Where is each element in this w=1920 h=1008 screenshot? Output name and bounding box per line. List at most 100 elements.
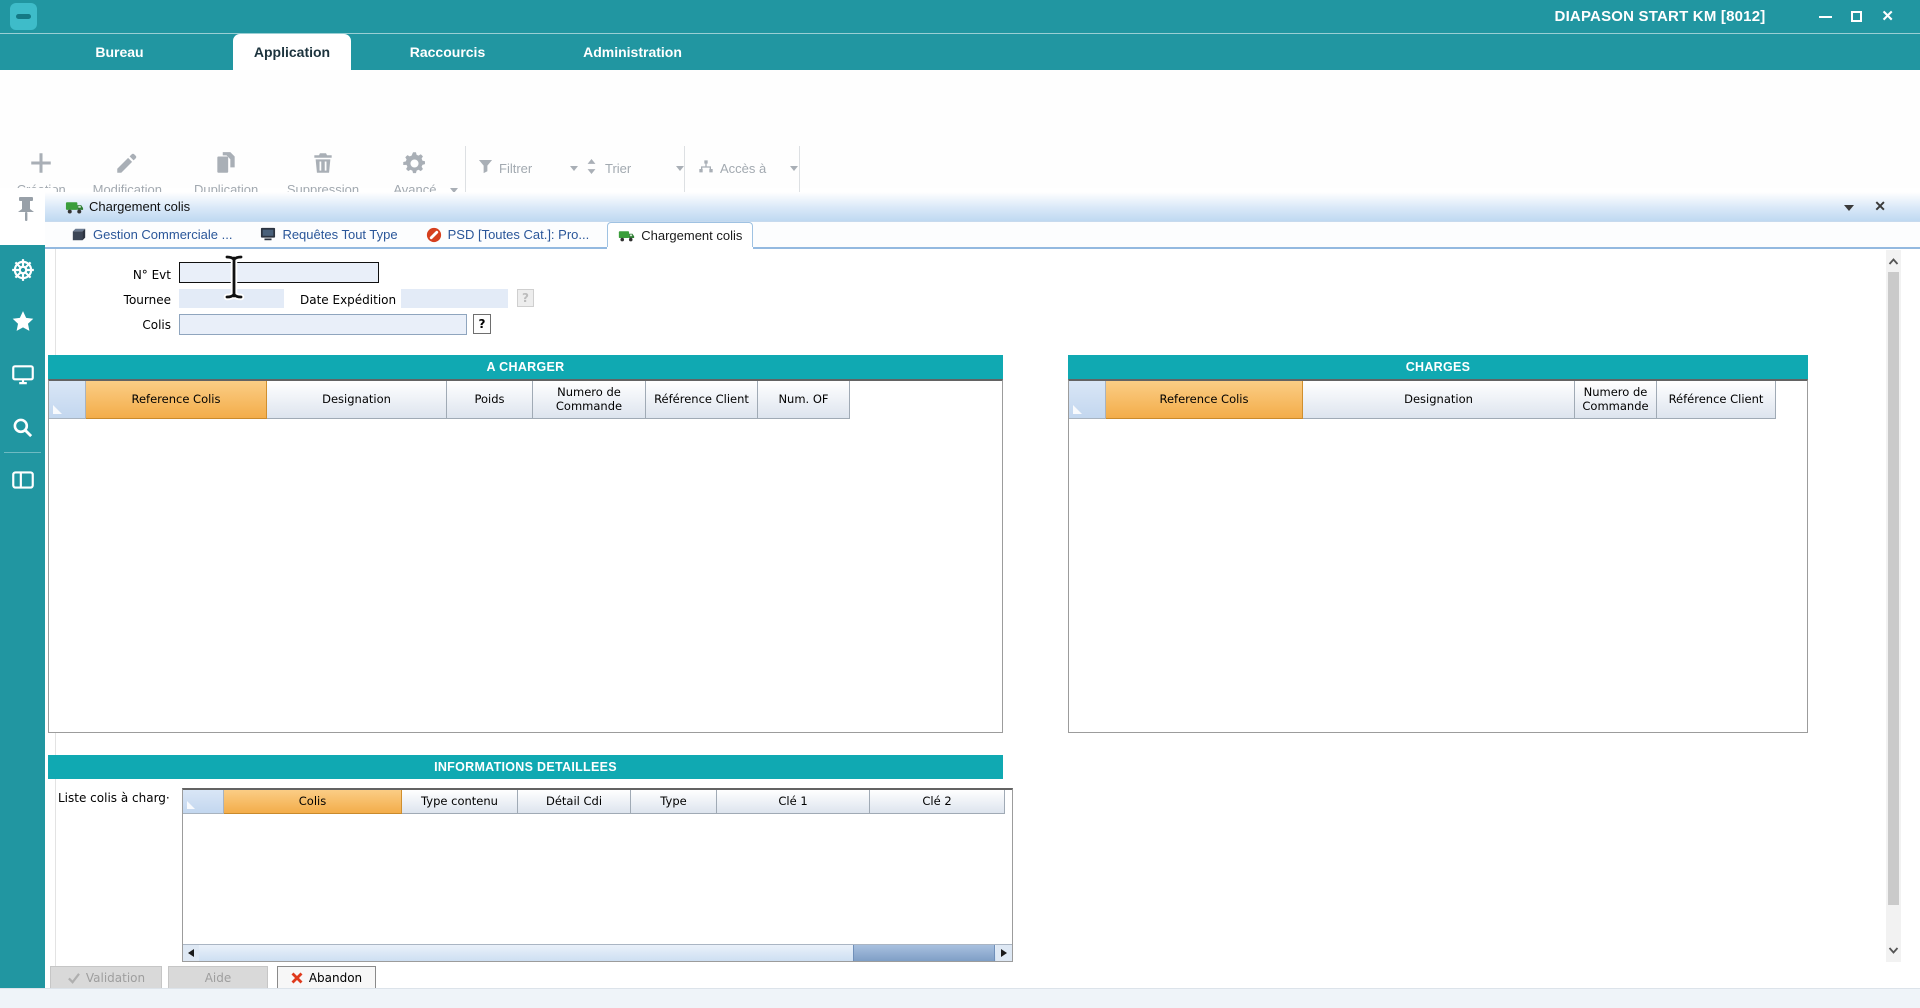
- duplication-button[interactable]: Duplication: [178, 144, 274, 198]
- modification-button[interactable]: Modification: [76, 144, 178, 198]
- evt-input[interactable]: [179, 262, 379, 283]
- doc-tab-chargement-colis[interactable]: Chargement colis: [607, 222, 753, 247]
- chevron-down-icon[interactable]: [676, 166, 684, 171]
- informations-header-row: Colis Type contenu Détail Cdi Type Clé 1…: [183, 790, 1012, 814]
- corner-triangle-icon: [1073, 405, 1082, 414]
- copy-icon: [213, 144, 239, 182]
- acces-a-label: Accès à: [720, 161, 766, 176]
- columns-icon: [10, 467, 36, 493]
- rail-separator: [4, 452, 41, 453]
- minimize-icon[interactable]: [1819, 16, 1832, 18]
- maximize-icon[interactable]: [1851, 11, 1862, 22]
- corner-triangle-icon: [53, 405, 62, 414]
- titlebar: DIAPASON START KM [8012] ✕: [0, 0, 1920, 33]
- menu-tab-bureau[interactable]: Bureau: [62, 34, 177, 71]
- horizontal-scroll-thumb[interactable]: [853, 945, 995, 961]
- trier-button[interactable]: Trier: [584, 156, 684, 180]
- rail-search-button[interactable]: [0, 406, 45, 450]
- window-controls: ✕: [1819, 0, 1894, 33]
- aide-button[interactable]: Aide: [168, 966, 268, 989]
- close-icon[interactable]: ✕: [1881, 9, 1894, 24]
- trier-label: Trier: [605, 161, 631, 176]
- colis-help-button[interactable]: ?: [473, 314, 491, 334]
- liste-colis-label: Liste colis à charg·: [58, 791, 180, 805]
- doc-tab-label: PSD [Toutes Cat.]: Pro...: [448, 227, 590, 242]
- filtrer-label: Filtrer: [499, 161, 532, 176]
- column-header-reference-client[interactable]: Référence Client: [646, 381, 758, 419]
- doc-tab-label: Chargement colis: [641, 228, 742, 243]
- panel-title: Chargement colis: [89, 192, 190, 222]
- pin-icon[interactable]: [15, 196, 37, 222]
- horizontal-scroll-track[interactable]: [199, 945, 996, 961]
- column-header-num-of[interactable]: Num. OF: [758, 381, 850, 419]
- scroll-right-icon[interactable]: [996, 945, 1012, 961]
- rail-panels-button[interactable]: [0, 458, 45, 502]
- date-expedition-help-button: ?: [517, 289, 534, 307]
- side-rail: [0, 245, 45, 988]
- panel-close-icon[interactable]: ✕: [1874, 198, 1886, 215]
- truck-icon: [618, 228, 635, 243]
- charges-header-row: Reference Colis Designation Numero de Co…: [1069, 381, 1807, 419]
- select-all-corner[interactable]: [1069, 381, 1106, 419]
- column-header-type-contenu[interactable]: Type contenu: [402, 790, 518, 814]
- scroll-down-icon[interactable]: [1886, 942, 1901, 960]
- horizontal-scrollbar[interactable]: [183, 944, 1012, 961]
- column-header-designation[interactable]: Designation: [267, 381, 447, 419]
- rail-desktop-button[interactable]: [0, 353, 45, 397]
- column-header-designation[interactable]: Designation: [1303, 381, 1575, 419]
- menubar: Bureau Application Raccourcis Administra…: [0, 33, 1920, 70]
- validation-button[interactable]: Validation: [50, 966, 162, 989]
- column-header-numero-de-commande[interactable]: Numero de Commande: [1575, 381, 1657, 419]
- doc-tab-psd[interactable]: PSD [Toutes Cat.]: Pro...: [416, 222, 600, 247]
- column-header-reference-colis[interactable]: Reference Colis: [1106, 381, 1303, 419]
- menu-tab-administration[interactable]: Administration: [550, 34, 715, 71]
- date-expedition-label: Date Expédition: [300, 293, 396, 307]
- panel-chevron-down-icon[interactable]: [1844, 205, 1854, 211]
- filtrer-button[interactable]: Filtrer: [478, 156, 578, 180]
- colis-input[interactable]: [179, 314, 467, 335]
- date-expedition-input[interactable]: [401, 289, 508, 308]
- rail-wheel-button[interactable]: [0, 248, 45, 292]
- cabinet-icon: [71, 227, 87, 242]
- charges-section-title: CHARGES: [1068, 355, 1808, 379]
- a-charger-header-row: Reference Colis Designation Poids Numero…: [49, 381, 1002, 419]
- column-header-type[interactable]: Type: [631, 790, 717, 814]
- chevron-down-icon[interactable]: [790, 166, 798, 171]
- abandon-button[interactable]: Abandon: [277, 966, 376, 989]
- column-header-colis[interactable]: Colis: [224, 790, 402, 814]
- column-header-detail-cdi[interactable]: Détail Cdi: [518, 790, 631, 814]
- column-header-reference-client[interactable]: Référence Client: [1657, 381, 1776, 419]
- filter-icon: [478, 159, 493, 177]
- document-tabs: Gestion Commerciale ... Requêtes Tout Ty…: [45, 222, 1920, 249]
- column-header-numero-de-commande[interactable]: Numero de Commande: [533, 381, 646, 419]
- logo-wave-icon: [16, 14, 31, 19]
- menu-tab-application[interactable]: Application: [233, 34, 351, 71]
- informations-section-title: INFORMATIONS DETAILLEES: [48, 755, 1003, 779]
- chevron-down-icon[interactable]: [570, 166, 578, 171]
- doc-tab-requetes-tout-type[interactable]: Requêtes Tout Type: [250, 222, 407, 247]
- informations-table: Colis Type contenu Détail Cdi Type Clé 1…: [182, 788, 1013, 962]
- sort-icon: [584, 159, 599, 177]
- no-entry-icon: [426, 227, 442, 243]
- helm-wheel-icon: [10, 257, 36, 283]
- column-header-cle-1[interactable]: Clé 1: [717, 790, 870, 814]
- avance-button[interactable]: Avancé: [372, 144, 458, 198]
- plus-icon: [28, 144, 54, 182]
- vertical-scroll-thumb[interactable]: [1888, 272, 1899, 905]
- select-all-corner[interactable]: [49, 381, 86, 419]
- doc-tab-gestion-commerciale[interactable]: Gestion Commerciale ...: [61, 222, 242, 247]
- scroll-up-icon[interactable]: [1886, 253, 1901, 271]
- monitor-icon: [10, 362, 36, 388]
- rail-favorites-button[interactable]: [0, 300, 45, 344]
- acces-a-button[interactable]: Accès à: [698, 156, 798, 180]
- column-header-reference-colis[interactable]: Reference Colis: [86, 381, 267, 419]
- menu-tab-raccourcis[interactable]: Raccourcis: [380, 34, 515, 71]
- truck-icon: [65, 199, 84, 220]
- column-header-cle-2[interactable]: Clé 2: [870, 790, 1005, 814]
- doc-tab-label: Requêtes Tout Type: [282, 227, 397, 242]
- vertical-scrollbar[interactable]: [1886, 250, 1901, 962]
- select-all-corner[interactable]: [183, 790, 224, 814]
- scroll-left-icon[interactable]: [183, 945, 199, 961]
- app-logo-icon[interactable]: [10, 3, 37, 30]
- column-header-poids[interactable]: Poids: [447, 381, 533, 419]
